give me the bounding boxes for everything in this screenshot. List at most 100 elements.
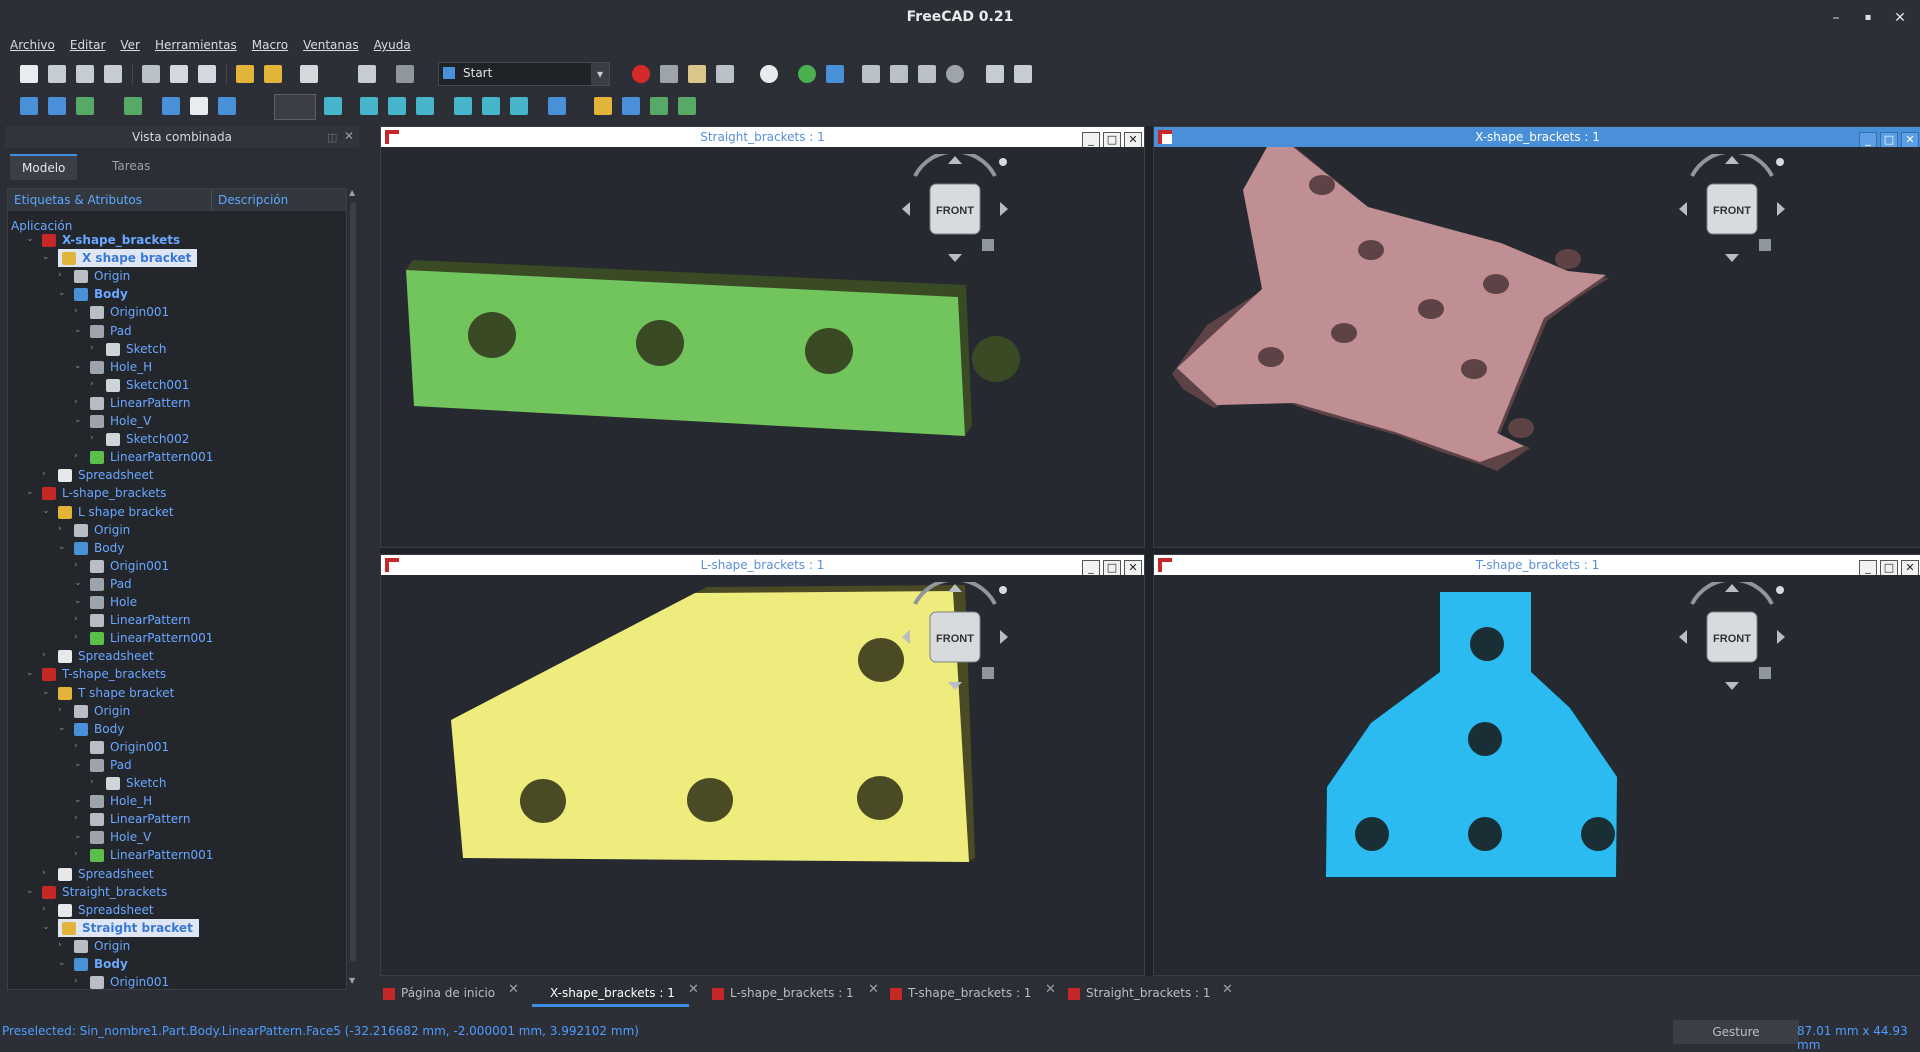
tree-expander-icon[interactable]: › <box>58 940 62 950</box>
navigation-style-button[interactable]: Gesture <box>1673 1020 1799 1044</box>
tree-item[interactable]: Pad <box>90 575 132 593</box>
tree-item[interactable]: Spreadsheet <box>58 865 154 883</box>
navigation-cube[interactable]: FRONT <box>900 149 1010 264</box>
menu-macro[interactable]: Macro <box>247 36 293 54</box>
bounding-box-icon[interactable] <box>124 97 142 115</box>
3d-view[interactable] <box>1154 147 1920 547</box>
forward-icon[interactable] <box>890 65 908 83</box>
doc-tab-x-shape[interactable]: X-shape_brackets : 1 <box>532 982 689 1007</box>
tab-modelo[interactable]: Modelo <box>10 154 78 180</box>
close-tab-icon[interactable]: ✕ <box>868 982 879 997</box>
doc-tab-l-shape[interactable]: L-shape_brackets : 1 <box>712 982 854 1004</box>
close-tab-icon[interactable]: ✕ <box>508 982 519 997</box>
navigation-cube[interactable]: FRONT <box>1677 149 1787 264</box>
copy-icon[interactable] <box>170 65 188 83</box>
tree-expander-icon[interactable]: › <box>74 741 78 751</box>
group-icon[interactable] <box>622 97 640 115</box>
column-description-header[interactable]: Descripción <box>218 193 288 207</box>
tree-expander-icon[interactable]: ⌄ <box>74 596 82 606</box>
tree-item[interactable]: Spreadsheet <box>58 647 154 665</box>
paste-icon[interactable] <box>198 65 216 83</box>
part-icon[interactable] <box>594 97 612 115</box>
navigation-cube[interactable]: FRONT <box>1677 577 1787 692</box>
draw-style-icon[interactable] <box>76 97 94 115</box>
redo-icon[interactable] <box>264 65 282 83</box>
record-macro-icon[interactable] <box>632 65 650 83</box>
tree-item[interactable]: Origin001 <box>90 557 169 575</box>
tree-item[interactable]: LinearPattern <box>90 394 190 412</box>
tree-item[interactable]: LinearPattern001 <box>90 629 213 647</box>
tree-expander-icon[interactable]: › <box>74 813 78 823</box>
front-view-icon[interactable] <box>360 97 378 115</box>
3d-view[interactable] <box>381 147 1144 547</box>
tree-item[interactable]: Origin001 <box>90 973 169 989</box>
chevron-down-icon[interactable]: ▾ <box>591 63 609 85</box>
tree-item[interactable]: Origin001 <box>90 738 169 756</box>
new-document-icon[interactable] <box>20 65 38 83</box>
navigation-cube[interactable]: FRONT <box>900 577 1010 692</box>
std-view-dropdown[interactable] <box>274 94 316 120</box>
tree-item[interactable]: T shape bracket <box>58 684 174 702</box>
tree-item[interactable]: X-shape_brackets <box>42 231 180 249</box>
save-icon[interactable] <box>76 65 94 83</box>
tree-expander-icon[interactable]: › <box>74 397 78 407</box>
tree-item[interactable]: X shape bracket <box>58 249 198 268</box>
tree-expander-icon[interactable]: ⌄ <box>26 234 34 244</box>
tree-item[interactable]: LinearPattern001 <box>90 846 213 864</box>
tree-expander-icon[interactable]: › <box>74 976 78 986</box>
tree-expander-icon[interactable]: › <box>42 904 46 914</box>
tree-expander-icon[interactable]: ⌄ <box>74 831 82 841</box>
link-actions-icon[interactable] <box>678 97 696 115</box>
tree-item[interactable]: T-shape_brackets <box>42 665 166 683</box>
stop-icon[interactable] <box>760 65 778 83</box>
tree-expander-icon[interactable]: ⌄ <box>74 415 82 425</box>
tree-expander-icon[interactable]: › <box>58 524 62 534</box>
tree-item[interactable]: Hole_V <box>90 412 151 430</box>
tree-expander-icon[interactable]: ⌄ <box>58 723 66 733</box>
whats-this-icon[interactable] <box>396 65 414 83</box>
tree-expander-icon[interactable]: › <box>90 343 94 353</box>
sync-view-icon[interactable] <box>218 97 236 115</box>
float-panel-icon[interactable]: ◫ <box>327 131 337 144</box>
refresh-icon[interactable] <box>358 65 376 83</box>
tree-expander-icon[interactable]: › <box>74 560 78 570</box>
minimize-button[interactable]: – <box>1826 8 1846 28</box>
close-tab-icon[interactable]: ✕ <box>1045 982 1056 997</box>
tree-scrollbar[interactable]: ▲ ▼ <box>348 188 358 988</box>
tree-expander-icon[interactable]: ⌄ <box>74 361 82 371</box>
back-icon[interactable] <box>862 65 880 83</box>
measure-icon[interactable] <box>548 97 566 115</box>
tree-item[interactable]: Origin <box>74 937 130 955</box>
tree-expander-icon[interactable]: › <box>74 306 78 316</box>
tree-item[interactable]: Straight_brackets <box>42 883 167 901</box>
recompute-check-icon[interactable] <box>300 65 318 83</box>
tree-item[interactable]: Pad <box>90 756 132 774</box>
tree-expander-icon[interactable]: › <box>58 270 62 280</box>
tree-expander-icon[interactable]: › <box>74 849 78 859</box>
tree-item[interactable]: Hole_H <box>90 792 152 810</box>
open-icon[interactable] <box>48 65 66 83</box>
tree-item[interactable]: Pad <box>90 322 132 340</box>
tree-expander-icon[interactable]: ⌄ <box>42 252 50 262</box>
tree-expander-icon[interactable]: ⌄ <box>74 578 82 588</box>
tree-expander-icon[interactable]: › <box>42 650 46 660</box>
tree-item[interactable]: Straight bracket <box>58 918 199 937</box>
tree-expander-icon[interactable]: › <box>90 777 94 787</box>
doc-tab-straight[interactable]: Straight_brackets : 1 <box>1068 982 1211 1004</box>
menu-ayuda[interactable]: Ayuda <box>369 36 416 54</box>
reload-icon[interactable] <box>918 65 936 83</box>
tree-expander-icon[interactable]: ⌄ <box>42 687 50 697</box>
tree-expander-icon[interactable]: › <box>90 433 94 443</box>
stop-load-icon[interactable] <box>946 65 964 83</box>
tree-item[interactable]: Body <box>74 285 128 303</box>
tree-expander-icon[interactable]: ⌄ <box>74 759 82 769</box>
isometric-icon[interactable] <box>324 97 342 115</box>
tree-expander-icon[interactable]: › <box>58 705 62 715</box>
tree-expander-icon[interactable]: › <box>90 379 94 389</box>
right-view-icon[interactable] <box>416 97 434 115</box>
tree-item[interactable]: Hole_H <box>90 358 152 376</box>
doc-tab-t-shape[interactable]: T-shape_brackets : 1 <box>890 982 1031 1004</box>
tree-expander-icon[interactable]: ⌄ <box>42 506 50 516</box>
stop-macro-icon[interactable] <box>660 65 678 83</box>
column-labels-header[interactable]: Etiquetas & Atributos <box>14 193 142 207</box>
